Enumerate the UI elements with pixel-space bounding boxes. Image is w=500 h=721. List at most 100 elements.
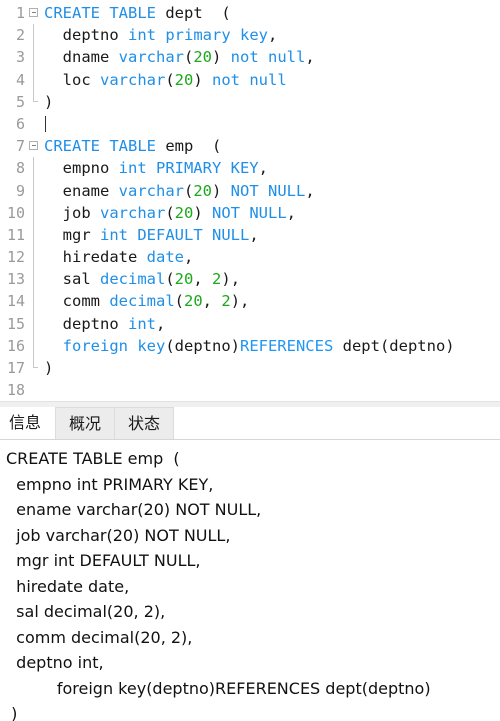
fold-column[interactable] — [27, 290, 42, 313]
code-line[interactable]: 5) — [0, 90, 500, 113]
code-token: , — [305, 181, 315, 200]
line-number: 13 — [6, 270, 25, 289]
code-token: NOT NULL — [212, 203, 287, 222]
code-text: loc varchar(20) not null — [42, 69, 500, 91]
code-token: , — [156, 314, 166, 333]
code-text: deptno int primary key, — [42, 24, 500, 46]
code-line[interactable]: 4 loc varchar(20) not null — [0, 68, 500, 91]
code-token: ( — [183, 48, 194, 67]
code-token: ) — [193, 203, 213, 222]
code-token: int — [128, 314, 156, 333]
fold-column[interactable] — [27, 334, 42, 357]
code-token: ) — [193, 70, 213, 89]
code-line[interactable]: 18 — [0, 379, 500, 401]
code-text: ) — [42, 357, 500, 379]
fold-column[interactable] — [27, 379, 42, 401]
line-number: 2 — [15, 26, 25, 45]
line-number: 8 — [15, 159, 25, 178]
fold-collapse-icon[interactable] — [29, 141, 38, 151]
code-token: CREATE TABLE — [44, 137, 166, 156]
code-token: dname — [44, 48, 119, 67]
line-number: 4 — [15, 70, 25, 89]
fold-column[interactable] — [27, 246, 42, 269]
code-line[interactable]: 14 comm decimal(20, 2), — [0, 290, 500, 313]
fold-column[interactable] — [27, 68, 42, 91]
result-message-panel[interactable]: CREATE TABLE emp ( empno int PRIMARY KEY… — [0, 440, 500, 721]
fold-guide-line — [33, 268, 34, 291]
fold-column[interactable] — [27, 135, 42, 157]
fold-column[interactable] — [27, 268, 42, 291]
code-token: , — [183, 248, 194, 267]
code-text: dname varchar(20) not null, — [42, 46, 500, 68]
fold-guide-line — [33, 201, 34, 224]
code-token: deptno — [44, 26, 128, 45]
fold-column[interactable] — [27, 157, 42, 180]
code-token: ) — [212, 48, 231, 67]
code-line[interactable]: 7 CREATE TABLE emp ( — [0, 135, 500, 157]
fold-column[interactable] — [27, 113, 42, 135]
fold-guide-line — [33, 68, 34, 91]
result-line: sal decimal(20, 2), — [6, 602, 166, 621]
code-line[interactable]: 1 CREATE TABLE dept ( — [0, 2, 500, 24]
code-text: comm decimal(20, 2), — [42, 290, 500, 312]
code-token: 2 — [221, 292, 231, 311]
code-token: ( — [165, 270, 175, 289]
line-number: 18 — [6, 381, 25, 400]
code-line[interactable]: 12 hiredate date, — [0, 246, 500, 269]
fold-guide-line — [33, 179, 34, 202]
sql-code-editor[interactable]: 1 CREATE TABLE dept (2 deptno int primary… — [0, 0, 500, 401]
line-number: 5 — [15, 92, 25, 111]
code-token: varchar — [118, 48, 184, 67]
code-line[interactable]: 2 deptno int primary key, — [0, 24, 500, 47]
code-token: 2 — [212, 270, 222, 289]
code-line[interactable]: 8 empno int PRIMARY KEY, — [0, 157, 500, 180]
code-line[interactable]: 13 sal decimal(20, 2), — [0, 268, 500, 291]
code-text: CREATE TABLE emp ( — [42, 135, 500, 157]
result-tab[interactable]: 概况 — [55, 407, 116, 439]
code-token: 20 — [174, 270, 194, 289]
fold-guide-line — [33, 46, 34, 69]
code-token: (deptno) — [165, 336, 240, 355]
code-token: job — [44, 203, 100, 222]
fold-guide-line — [33, 334, 34, 357]
result-tab[interactable]: 状态 — [114, 407, 175, 439]
result-line: hiredate date, — [6, 576, 130, 596]
fold-column[interactable] — [27, 90, 42, 113]
line-number: 9 — [15, 181, 25, 200]
fold-guide-line — [33, 312, 34, 335]
code-line[interactable]: 17) — [0, 357, 500, 379]
code-token: deptno — [44, 314, 128, 333]
result-tab[interactable]: 信息 — [0, 407, 57, 439]
fold-column[interactable] — [27, 179, 42, 202]
code-token: ) — [44, 359, 54, 377]
fold-column[interactable] — [27, 201, 42, 224]
fold-column[interactable] — [27, 24, 42, 47]
result-line: ) — [6, 704, 18, 721]
code-token: ), — [221, 270, 241, 289]
fold-guide-line — [33, 157, 34, 180]
code-token: ), — [230, 292, 250, 311]
code-token: , — [258, 159, 268, 178]
fold-column[interactable] — [27, 357, 42, 379]
code-line[interactable]: 9 ename varchar(20) NOT NULL, — [0, 179, 500, 202]
result-line: CREATE TABLE emp ( — [6, 449, 180, 468]
result-tab-bar: 信息 概况 状态 — [0, 407, 500, 440]
code-text: deptno int, — [42, 313, 500, 335]
code-line[interactable]: 10 job varchar(20) NOT NULL, — [0, 201, 500, 224]
fold-column[interactable] — [27, 223, 42, 247]
code-line[interactable]: 3 dname varchar(20) not null, — [0, 46, 500, 69]
line-number: 16 — [6, 336, 25, 355]
fold-column[interactable] — [27, 2, 42, 24]
fold-column[interactable] — [27, 312, 42, 335]
code-line[interactable]: 16 foreign key(deptno)REFERENCES dept(de… — [0, 334, 500, 357]
code-text: sal decimal(20, 2), — [42, 268, 500, 290]
line-number: 7 — [15, 137, 25, 156]
code-line[interactable]: 11 mgr int DEFAULT NULL, — [0, 223, 500, 247]
code-line[interactable]: 6 — [0, 113, 500, 135]
fold-column[interactable] — [27, 46, 42, 69]
fold-guide-line — [33, 290, 34, 313]
code-line[interactable]: 15 deptno int, — [0, 312, 500, 335]
fold-collapse-icon[interactable] — [29, 8, 38, 17]
line-number: 12 — [6, 248, 25, 267]
